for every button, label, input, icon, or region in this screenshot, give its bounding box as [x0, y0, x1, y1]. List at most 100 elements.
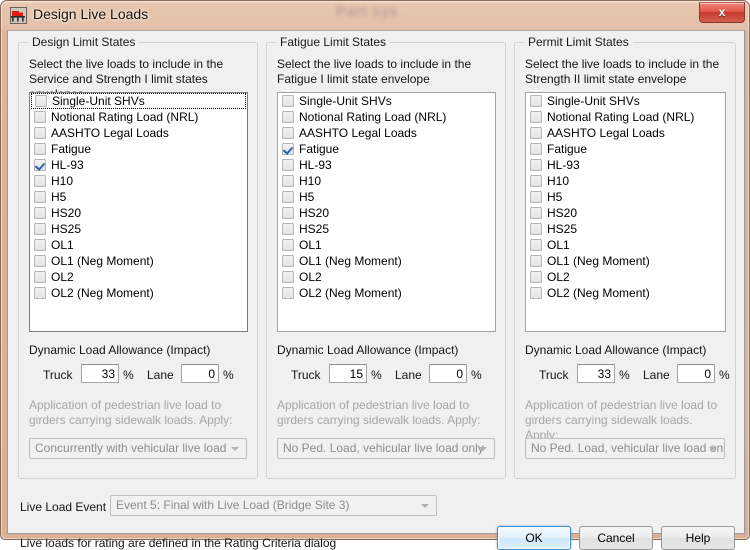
list-item[interactable]: OL1 (Neg Moment)	[278, 253, 495, 269]
dla-truck-input[interactable]: 15	[329, 364, 367, 383]
checkbox-icon[interactable]	[282, 255, 294, 267]
list-item[interactable]: H10	[526, 173, 725, 189]
checkbox-icon[interactable]	[530, 191, 542, 203]
list-item[interactable]: OL1 (Neg Moment)	[30, 253, 247, 269]
list-item[interactable]: Single-Unit SHVs	[526, 93, 725, 109]
checkbox-checked-icon[interactable]	[282, 143, 294, 155]
panel-design-load-list[interactable]: Single-Unit SHVs Notional Rating Load (NR…	[29, 92, 248, 332]
list-item[interactable]: OL1	[278, 237, 495, 253]
title-bar[interactable]: Design Live Loads Part sys x	[1, 1, 750, 30]
list-item-label: OL2 (Neg Moment)	[547, 286, 650, 300]
live-load-event-dropdown[interactable]: Event 5: Final with Live Load (Bridge Si…	[110, 495, 437, 516]
panel-permit-load-list[interactable]: Single-Unit SHVs Notional Rating Load (NR…	[525, 92, 726, 332]
list-item[interactable]: HS25	[30, 221, 247, 237]
list-item[interactable]: OL2 (Neg Moment)	[278, 285, 495, 301]
list-item[interactable]: AASHTO Legal Loads	[30, 125, 247, 141]
checkbox-icon[interactable]	[530, 95, 542, 107]
pedestrian-application-dropdown[interactable]: Concurrently with vehicular live load	[29, 438, 247, 459]
close-icon[interactable]: x	[699, 2, 745, 23]
checkbox-icon[interactable]	[282, 223, 294, 235]
checkbox-icon[interactable]	[34, 191, 46, 203]
checkbox-icon[interactable]	[34, 239, 46, 251]
checkbox-checked-icon[interactable]	[34, 159, 46, 171]
checkbox-icon[interactable]	[34, 143, 46, 155]
list-item[interactable]: HS25	[278, 221, 495, 237]
checkbox-icon[interactable]	[282, 111, 294, 123]
checkbox-icon[interactable]	[34, 127, 46, 139]
checkbox-icon[interactable]	[34, 175, 46, 187]
checkbox-icon[interactable]	[34, 287, 46, 299]
list-item[interactable]: HS20	[526, 205, 725, 221]
checkbox-icon[interactable]	[530, 175, 542, 187]
list-item[interactable]: HL-93	[30, 157, 247, 173]
checkbox-icon[interactable]	[34, 207, 46, 219]
list-item[interactable]: Fatigue	[278, 141, 495, 157]
list-item[interactable]: H5	[278, 189, 495, 205]
checkbox-icon[interactable]	[35, 95, 47, 107]
dla-lane-label: Lane	[643, 368, 670, 382]
checkbox-icon[interactable]	[530, 127, 542, 139]
window-title: Design Live Loads	[33, 6, 149, 22]
list-item[interactable]: OL2	[30, 269, 247, 285]
dla-truck-input[interactable]: 33	[81, 364, 119, 383]
ok-button[interactable]: OK	[497, 526, 571, 550]
checkbox-icon[interactable]	[282, 239, 294, 251]
list-item[interactable]: OL2 (Neg Moment)	[30, 285, 247, 301]
help-button[interactable]: Help	[661, 526, 735, 550]
list-item[interactable]: Fatigue	[526, 141, 725, 157]
checkbox-icon[interactable]	[530, 207, 542, 219]
list-item[interactable]: OL1 (Neg Moment)	[526, 253, 725, 269]
list-item[interactable]: OL2	[526, 269, 725, 285]
list-item[interactable]: OL2	[278, 269, 495, 285]
list-item[interactable]: Single-Unit SHVs	[278, 93, 495, 109]
list-item[interactable]: HS20	[30, 205, 247, 221]
checkbox-icon[interactable]	[34, 223, 46, 235]
list-item[interactable]: Notional Rating Load (NRL)	[526, 109, 725, 125]
list-item[interactable]: Single-Unit SHVs	[31, 93, 246, 109]
checkbox-icon[interactable]	[530, 159, 542, 171]
checkbox-icon[interactable]	[530, 255, 542, 267]
dla-lane-input[interactable]: 0	[181, 364, 219, 383]
checkbox-icon[interactable]	[530, 239, 542, 251]
list-item[interactable]: HL-93	[278, 157, 495, 173]
panel-fatigue-load-list[interactable]: Single-Unit SHVs Notional Rating Load (NR…	[277, 92, 496, 332]
checkbox-icon[interactable]	[530, 111, 542, 123]
list-item[interactable]: H5	[30, 189, 247, 205]
cancel-button[interactable]: Cancel	[579, 526, 653, 550]
checkbox-icon[interactable]	[530, 143, 542, 155]
list-item[interactable]: OL1	[30, 237, 247, 253]
checkbox-icon[interactable]	[282, 287, 294, 299]
list-item[interactable]: Notional Rating Load (NRL)	[30, 109, 247, 125]
list-item-label: Notional Rating Load (NRL)	[51, 110, 199, 124]
dla-lane-input[interactable]: 0	[429, 364, 467, 383]
checkbox-icon[interactable]	[282, 207, 294, 219]
list-item[interactable]: HS20	[278, 205, 495, 221]
list-item[interactable]: AASHTO Legal Loads	[278, 125, 495, 141]
list-item[interactable]: OL1	[526, 237, 725, 253]
list-item[interactable]: Fatigue	[30, 141, 247, 157]
checkbox-icon[interactable]	[282, 159, 294, 171]
checkbox-icon[interactable]	[530, 271, 542, 283]
list-item[interactable]: Notional Rating Load (NRL)	[278, 109, 495, 125]
pedestrian-application-dropdown[interactable]: No Ped. Load, vehicular live load only	[525, 438, 725, 459]
pedestrian-application-dropdown[interactable]: No Ped. Load, vehicular live load only	[277, 438, 495, 459]
list-item[interactable]: H10	[278, 173, 495, 189]
dla-lane-input[interactable]: 0	[677, 364, 715, 383]
list-item[interactable]: HS25	[526, 221, 725, 237]
list-item[interactable]: H10	[30, 173, 247, 189]
checkbox-icon[interactable]	[282, 271, 294, 283]
dla-truck-input[interactable]: 33	[577, 364, 615, 383]
checkbox-icon[interactable]	[282, 95, 294, 107]
checkbox-icon[interactable]	[34, 271, 46, 283]
list-item[interactable]: H5	[526, 189, 725, 205]
list-item[interactable]: HL-93	[526, 157, 725, 173]
checkbox-icon[interactable]	[282, 175, 294, 187]
checkbox-icon[interactable]	[530, 223, 542, 235]
list-item[interactable]: AASHTO Legal Loads	[526, 125, 725, 141]
checkbox-icon[interactable]	[282, 127, 294, 139]
list-item[interactable]: OL2 (Neg Moment)	[526, 285, 725, 301]
checkbox-icon[interactable]	[34, 255, 46, 267]
checkbox-icon[interactable]	[282, 191, 294, 203]
checkbox-icon[interactable]	[34, 111, 46, 123]
checkbox-icon[interactable]	[530, 287, 542, 299]
